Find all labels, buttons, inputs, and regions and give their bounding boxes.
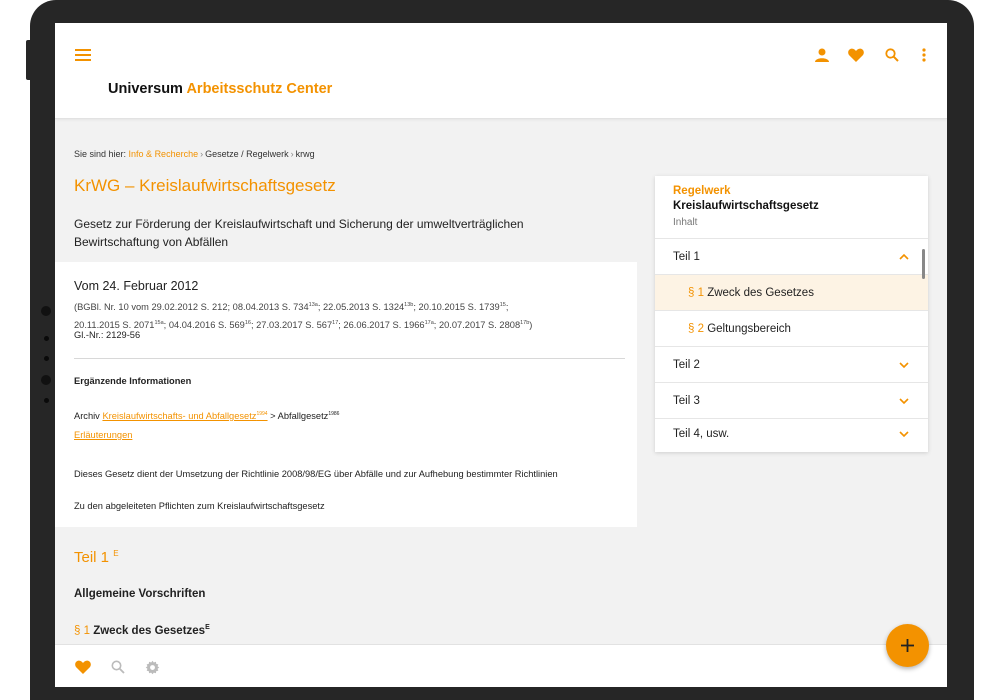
bgbl-sup: 17a [424, 319, 434, 326]
toc-header: Regelwerk Kreislaufwirtschaftsgesetz Inh… [655, 176, 928, 239]
device-sensor-small [44, 356, 49, 361]
bgbl-text: ; 20.07.2017 S. 2808 [433, 319, 521, 330]
person-icon[interactable] [810, 43, 834, 67]
bgbl-text: (BGBl. Nr. 10 vom 29.02.2012 S. 212; 08.… [74, 302, 309, 313]
bgbl-text: 20.11.2015 S. 2071 [74, 319, 155, 330]
archive-link-sup[interactable]: 1994 [256, 411, 267, 417]
archive-suffix-sup: 1986 [328, 411, 340, 417]
table-of-contents: Regelwerk Kreislaufwirtschaftsgesetz Inh… [655, 176, 928, 452]
toc-item-label: § 2 Geltungsbereich [688, 323, 791, 335]
bottom-navigation [55, 644, 947, 687]
toc-item-label: Teil 2 [673, 359, 700, 371]
chevron-up-icon[interactable] [898, 251, 910, 263]
bgbl-text: ; 04.04.2016 S. 569 [163, 319, 245, 330]
paragraph-sup: E [205, 624, 210, 631]
breadcrumb-item-gesetze[interactable]: Gesetze / Regelwerk [205, 149, 289, 159]
archive-link[interactable]: Kreislaufwirtschafts- und Abfallgesetz19… [102, 411, 267, 421]
device-sensor [41, 306, 51, 316]
heart-icon[interactable] [844, 43, 868, 67]
toc-item-teil-1[interactable]: Teil 1 [655, 239, 928, 275]
document-info-card: Vom 24. Februar 2012 (BGBl. Nr. 10 vom 2… [55, 262, 637, 527]
toc-item-sign: § 2 [688, 323, 704, 335]
erlaeuterungen-link[interactable]: Erläuterungen [74, 430, 132, 440]
breadcrumb-prefix: Sie sind hier: [74, 149, 127, 159]
teil-sup: E [113, 549, 119, 558]
device-sensor-small [44, 398, 49, 403]
bgbl-text: ; [505, 302, 509, 313]
toc-item-teil-2[interactable]: Teil 2 [655, 347, 928, 383]
breadcrumb: Sie sind hier: Info & Recherche › Gesetze … [74, 149, 315, 159]
section-subheading: Allgemeine Vorschriften [74, 588, 206, 600]
toc-item-text: Geltungsbereich [707, 323, 791, 335]
paragraph-heading: § 1 Zweck des GesetzesE [74, 624, 210, 637]
brand-accent: Arbeitsschutz Center [186, 81, 333, 97]
toc-item-label: Teil 1 [673, 251, 700, 263]
paragraph-title: Zweck des Gesetzes [93, 624, 206, 637]
gl-nr: Gl.-Nr.: 2129-56 [74, 330, 141, 340]
derived-duties-note[interactable]: Zu den abgeleiteten Pflichten zum Kreisl… [74, 501, 325, 511]
toc-item-sign: § 1 [688, 287, 704, 299]
bgbl-references: (BGBl. Nr. 10 vom 29.02.2012 S. 212; 08.… [74, 298, 629, 333]
plus-icon [901, 639, 914, 652]
breadcrumb-item-current: krwg [295, 149, 315, 159]
document-date: Vom 24. Februar 2012 [74, 279, 199, 293]
additional-info-heading: Ergänzende Informationen [74, 376, 192, 386]
archive-prefix: Archiv [74, 411, 100, 422]
paragraph-sign: § 1 [74, 624, 90, 637]
bgbl-sup: 15a [154, 319, 164, 326]
search-icon[interactable] [880, 43, 904, 67]
toc-item-label: § 1 Zweck des Gesetzes [688, 287, 814, 299]
breadcrumb-link-info[interactable]: Info & Recherche [129, 149, 199, 159]
toc-inhalt: Inhalt [673, 217, 698, 228]
toc-item-teil-3[interactable]: Teil 3 [655, 383, 928, 419]
device-sensor-small [44, 336, 49, 341]
toc-item-teil-4[interactable]: Teil 4, usw. [655, 419, 928, 452]
search-icon[interactable] [106, 655, 130, 679]
toc-item-text: Zweck des Gesetzes [707, 287, 814, 299]
divider [74, 358, 625, 359]
app-screen: Universum Arbeitsschutz Center Sie sind … [55, 23, 947, 687]
toc-law-name: Kreislaufwirtschaftsgesetz [673, 200, 819, 212]
breadcrumb-separator: › [290, 149, 294, 159]
bgbl-sup: 13a [308, 302, 318, 308]
app-brand: Universum Arbeitsschutz Center [108, 81, 332, 97]
bgbl-sup: 13b [404, 302, 414, 308]
page-title: KrWG – Kreislaufwirtschaftsgesetz [74, 176, 336, 195]
breadcrumb-separator: › [200, 149, 204, 159]
settings-icon[interactable] [140, 655, 164, 679]
toc-item-para-1[interactable]: § 1 Zweck des Gesetzes [655, 275, 928, 311]
toc-label: Regelwerk [673, 185, 731, 197]
chevron-down-icon[interactable] [898, 359, 910, 371]
brand-name: Universum [108, 81, 183, 97]
archive-link-text[interactable]: Kreislaufwirtschafts- und Abfallgesetz [102, 411, 256, 421]
toc-item-label: Teil 4, usw. [673, 428, 730, 440]
bgbl-text: ; 26.06.2017 S. 1966 [338, 319, 425, 330]
archive-suffix: > Abfallgesetz [270, 411, 329, 422]
chevron-down-icon[interactable] [898, 395, 910, 407]
toc-scrollbar[interactable] [922, 249, 925, 279]
archive-line: Archiv Kreislaufwirtschafts- und Abfallg… [74, 411, 339, 421]
bgbl-text: ; 27.03.2017 S. 567 [250, 319, 333, 330]
more-vert-icon[interactable] [912, 43, 936, 67]
toc-item-label: Teil 3 [673, 395, 700, 407]
device-side-button [26, 40, 30, 80]
page-subtitle: Gesetz zur Förderung der Kreislaufwirtsc… [74, 217, 524, 249]
bgbl-text: ) [529, 319, 533, 330]
chevron-down-icon[interactable] [898, 428, 910, 440]
section-heading-teil: Teil 1 E [74, 549, 119, 566]
toc-item-para-2[interactable]: § 2 Geltungsbereich [655, 311, 928, 347]
add-fab-button[interactable] [886, 624, 929, 667]
top-app-bar: Universum Arbeitsschutz Center [55, 23, 947, 119]
bgbl-sup: 17b [520, 319, 530, 326]
bgbl-text: ; 20.10.2015 S. 1739 [413, 302, 500, 313]
teil-title: Teil 1 [74, 549, 110, 566]
heart-icon[interactable] [71, 655, 95, 679]
bgbl-text: ; 22.05.2013 S. 1324 [317, 302, 405, 313]
menu-icon[interactable] [71, 43, 95, 67]
directive-note: Dieses Gesetz dient der Umsetzung der Ri… [74, 469, 558, 479]
device-camera [41, 375, 51, 385]
